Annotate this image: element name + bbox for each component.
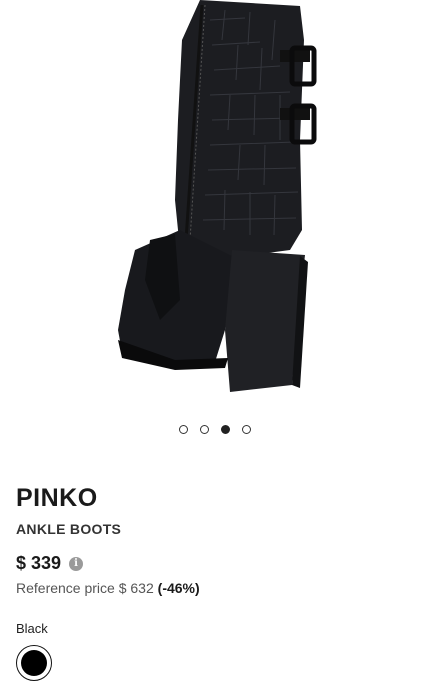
info-icon[interactable]: i — [69, 556, 84, 571]
product-type: ANKLE BOOTS — [16, 521, 122, 537]
pagination-dot-4[interactable] — [242, 425, 251, 434]
product-image-gallery[interactable] — [0, 0, 430, 412]
pagination-dot-3-active[interactable] — [221, 425, 230, 434]
gallery-pagination — [0, 425, 430, 434]
reference-price-label: Reference price $ 632 — [16, 580, 154, 596]
pagination-dot-1[interactable] — [179, 425, 188, 434]
reference-price: Reference price $ 632 (-46%) — [16, 580, 200, 596]
product-image-boot — [118, 0, 317, 392]
discount-percent: (-46%) — [157, 580, 200, 596]
brand-name[interactable]: PINKO — [16, 484, 98, 513]
color-label: Black — [16, 621, 48, 636]
price-row: $ 339 i — [16, 553, 84, 574]
color-swatch-black[interactable] — [16, 645, 52, 681]
color-swatch-fill — [21, 650, 47, 676]
pagination-dot-2[interactable] — [200, 425, 209, 434]
price: $ 339 — [16, 553, 62, 573]
